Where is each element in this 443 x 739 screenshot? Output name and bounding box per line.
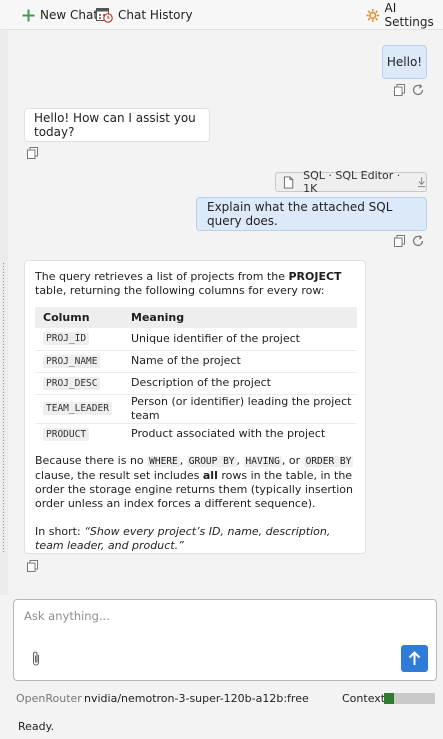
sql-keyword: WHERE — [147, 456, 180, 467]
answer-summary: In short: “Show every project’s ID, name… — [35, 525, 355, 553]
user-message: Hello! — [382, 45, 427, 79]
table-row: PROJ_ID Unique identifier of the project — [35, 328, 357, 350]
answer-intro: The query retrieves a list of projects f… — [35, 270, 355, 298]
copy-icon[interactable] — [393, 83, 407, 97]
sql-keyword: ORDER BY — [303, 456, 354, 467]
table-row: PROJ_NAME Name of the project — [35, 349, 357, 372]
ai-settings-label: AI Settings — [384, 1, 434, 29]
columns-table: Column Meaning PROJ_ID Unique identifier… — [35, 307, 357, 445]
file-icon — [283, 175, 294, 189]
copy-icon[interactable] — [26, 559, 40, 573]
intro-text: The query retrieves a list of projects f… — [35, 270, 289, 283]
sql-keyword: HAVING — [243, 456, 282, 467]
text: clause, the result set includes — [35, 469, 203, 482]
regenerate-icon[interactable] — [411, 234, 425, 248]
column-meaning: Product associated with the project — [123, 422, 357, 445]
context-label: Context: — [342, 691, 389, 705]
paperclip-icon[interactable] — [31, 650, 41, 667]
text: , — [236, 454, 244, 467]
sql-keyword: GROUP BY — [186, 456, 237, 467]
regenerate-icon[interactable] — [411, 83, 425, 97]
column-name: PRODUCT — [43, 427, 90, 441]
new-chat-button[interactable]: New Chat — [22, 0, 98, 30]
input-placeholder: Ask anything... — [24, 609, 110, 623]
column-name: PROJ_NAME — [43, 354, 101, 368]
send-button[interactable] — [401, 645, 428, 672]
context-meter-fill — [384, 693, 395, 704]
column-name: PROJ_ID — [43, 332, 90, 346]
summary-prefix: In short: — [35, 525, 85, 538]
user-message-text: Hello! — [386, 55, 423, 69]
toolbar: New Chat Chat History AI Settings — [0, 0, 443, 30]
answer-explanation: Because there is no WHERE, GROUP BY, HAV… — [35, 454, 355, 511]
column-name: TEAM_LEADER — [43, 402, 112, 415]
attachment-chip[interactable]: SQL · SQL Editor · 1K — [275, 169, 427, 195]
user-message-text: Explain what the attached SQL query does… — [207, 200, 393, 228]
column-meaning: Name of the project — [123, 349, 357, 372]
table-name: PROJECT — [288, 270, 342, 283]
new-chat-label: New Chat — [40, 8, 99, 22]
calendar-clock-icon — [96, 8, 113, 23]
assistant-answer: The query retrieves a list of projects f… — [24, 260, 366, 554]
emphasis: all — [202, 469, 218, 482]
plus-icon — [22, 9, 35, 21]
chat-history-label: Chat History — [118, 8, 193, 22]
status-bar: Ready. — [0, 713, 443, 739]
assistant-message: Hello! How can I assist you today? — [24, 108, 210, 142]
column-name: PROJ_DESC — [43, 376, 101, 390]
status-text: Ready. — [18, 719, 55, 733]
table-row: TEAM_LEADER Person (or identifier) leadi… — [35, 393, 357, 423]
copy-icon[interactable] — [26, 146, 40, 160]
context-meter — [384, 693, 435, 704]
text: Because there is no — [35, 454, 148, 467]
arrow-up-icon — [408, 651, 421, 665]
column-meaning: Person (or identifier) leading the proje… — [123, 393, 357, 423]
ai-settings-button[interactable]: AI Settings — [366, 0, 443, 30]
intro-text-end: table, returning the following columns f… — [35, 284, 325, 297]
table-row: PROJ_DESC Description of the project — [35, 371, 357, 394]
meaning-header: Meaning — [123, 307, 357, 328]
model-selector[interactable]: nvidia/nemotron-3-super-120b-a12b:free — [84, 692, 309, 705]
resize-grip[interactable] — [2, 262, 6, 552]
chat-history-button[interactable]: Chat History — [96, 0, 193, 30]
attachment-label: SQL · SQL Editor · 1K — [303, 169, 401, 195]
model-bar: OpenRouter nvidia/nemotron-3-super-120b-… — [0, 686, 443, 710]
text: , — [179, 454, 187, 467]
user-message: Explain what the attached SQL query does… — [196, 197, 427, 231]
download-icon[interactable] — [417, 176, 426, 188]
column-meaning: Unique identifier of the project — [131, 331, 300, 345]
copy-icon[interactable] — [393, 234, 407, 248]
table-row: PRODUCT Product associated with the proj… — [35, 422, 357, 445]
column-meaning: Description of the project — [123, 371, 357, 394]
text: , or — [281, 454, 304, 467]
ai-gear-icon — [366, 8, 380, 22]
column-header: Column — [35, 307, 123, 328]
assistant-message-text: Hello! How can I assist you today? — [34, 111, 196, 139]
provider-name[interactable]: OpenRouter — [16, 692, 82, 705]
chat-input[interactable]: Ask anything... — [13, 599, 437, 681]
